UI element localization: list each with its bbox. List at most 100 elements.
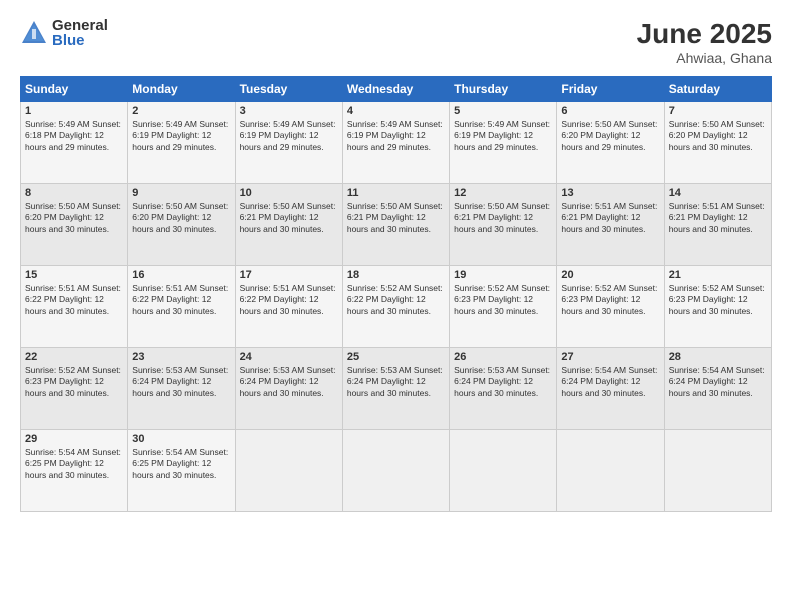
day-info: Sunrise: 5:49 AM Sunset: 6:19 PM Dayligh… <box>454 119 552 153</box>
logo-text: General Blue <box>52 18 108 48</box>
table-row <box>342 430 449 512</box>
table-row: 13 Sunrise: 5:51 AM Sunset: 6:21 PM Dayli… <box>557 184 664 266</box>
col-friday: Friday <box>557 77 664 102</box>
day-number: 28 <box>669 351 767 363</box>
day-info: Sunrise: 5:50 AM Sunset: 6:20 PM Dayligh… <box>669 119 767 153</box>
table-row: 19 Sunrise: 5:52 AM Sunset: 6:23 PM Dayli… <box>450 266 557 348</box>
col-saturday: Saturday <box>664 77 771 102</box>
day-info: Sunrise: 5:54 AM Sunset: 6:24 PM Dayligh… <box>561 365 659 399</box>
day-number: 12 <box>454 187 552 199</box>
table-row: 11 Sunrise: 5:50 AM Sunset: 6:21 PM Dayli… <box>342 184 449 266</box>
day-info: Sunrise: 5:52 AM Sunset: 6:23 PM Dayligh… <box>454 283 552 317</box>
day-info: Sunrise: 5:53 AM Sunset: 6:24 PM Dayligh… <box>454 365 552 399</box>
day-number: 19 <box>454 269 552 281</box>
logo-blue: Blue <box>52 33 108 48</box>
table-row: 21 Sunrise: 5:52 AM Sunset: 6:23 PM Dayli… <box>664 266 771 348</box>
title-block: June 2025 Ahwiaa, Ghana <box>637 18 772 66</box>
day-number: 3 <box>240 105 338 117</box>
day-number: 2 <box>132 105 230 117</box>
calendar-week-2: 8 Sunrise: 5:50 AM Sunset: 6:20 PM Daylig… <box>21 184 772 266</box>
table-row: 2 Sunrise: 5:49 AM Sunset: 6:19 PM Daylig… <box>128 102 235 184</box>
day-number: 11 <box>347 187 445 199</box>
col-monday: Monday <box>128 77 235 102</box>
day-info: Sunrise: 5:50 AM Sunset: 6:21 PM Dayligh… <box>347 201 445 235</box>
day-info: Sunrise: 5:50 AM Sunset: 6:21 PM Dayligh… <box>454 201 552 235</box>
calendar-title: June 2025 <box>637 18 772 50</box>
day-number: 15 <box>25 269 123 281</box>
table-row: 6Sunrise: 5:50 AM Sunset: 6:20 PM Daylig… <box>557 102 664 184</box>
day-info: Sunrise: 5:54 AM Sunset: 6:25 PM Dayligh… <box>132 447 230 481</box>
calendar-week-5: 29 Sunrise: 5:54 AM Sunset: 6:25 PM Dayli… <box>21 430 772 512</box>
calendar-header-row: Sunday Monday Tuesday Wednesday Thursday… <box>21 77 772 102</box>
day-info: Sunrise: 5:53 AM Sunset: 6:24 PM Dayligh… <box>132 365 230 399</box>
table-row: 17 Sunrise: 5:51 AM Sunset: 6:22 PM Dayli… <box>235 266 342 348</box>
day-info: Sunrise: 5:49 AM Sunset: 6:19 PM Dayligh… <box>132 119 230 153</box>
day-number: 18 <box>347 269 445 281</box>
logo: General Blue <box>20 18 108 48</box>
day-info: Sunrise: 5:52 AM Sunset: 6:23 PM Dayligh… <box>561 283 659 317</box>
table-row: 14Sunrise: 5:51 AM Sunset: 6:21 PM Dayli… <box>664 184 771 266</box>
day-info: Sunrise: 5:54 AM Sunset: 6:25 PM Dayligh… <box>25 447 123 481</box>
table-row: 4Sunrise: 5:49 AM Sunset: 6:19 PM Daylig… <box>342 102 449 184</box>
col-thursday: Thursday <box>450 77 557 102</box>
day-info: Sunrise: 5:53 AM Sunset: 6:24 PM Dayligh… <box>347 365 445 399</box>
day-number: 20 <box>561 269 659 281</box>
day-number: 21 <box>669 269 767 281</box>
table-row: 12 Sunrise: 5:50 AM Sunset: 6:21 PM Dayli… <box>450 184 557 266</box>
day-number: 16 <box>132 269 230 281</box>
calendar-week-3: 15 Sunrise: 5:51 AM Sunset: 6:22 PM Dayli… <box>21 266 772 348</box>
day-info: Sunrise: 5:51 AM Sunset: 6:22 PM Dayligh… <box>240 283 338 317</box>
day-number: 27 <box>561 351 659 363</box>
table-row <box>664 430 771 512</box>
table-row <box>450 430 557 512</box>
table-row: 7Sunrise: 5:50 AM Sunset: 6:20 PM Daylig… <box>664 102 771 184</box>
table-row: 5 Sunrise: 5:49 AM Sunset: 6:19 PM Daylig… <box>450 102 557 184</box>
table-row: 22Sunrise: 5:52 AM Sunset: 6:23 PM Dayli… <box>21 348 128 430</box>
day-number: 4 <box>347 105 445 117</box>
day-info: Sunrise: 5:49 AM Sunset: 6:19 PM Dayligh… <box>240 119 338 153</box>
day-number: 22 <box>25 351 123 363</box>
day-number: 10 <box>240 187 338 199</box>
day-number: 25 <box>347 351 445 363</box>
day-info: Sunrise: 5:49 AM Sunset: 6:18 PM Dayligh… <box>25 119 123 153</box>
day-info: Sunrise: 5:51 AM Sunset: 6:22 PM Dayligh… <box>132 283 230 317</box>
day-number: 30 <box>132 433 230 445</box>
table-row: 1 Sunrise: 5:49 AM Sunset: 6:18 PM Daylig… <box>21 102 128 184</box>
day-info: Sunrise: 5:51 AM Sunset: 6:21 PM Dayligh… <box>561 201 659 235</box>
col-sunday: Sunday <box>21 77 128 102</box>
day-info: Sunrise: 5:50 AM Sunset: 6:20 PM Dayligh… <box>561 119 659 153</box>
day-number: 5 <box>454 105 552 117</box>
calendar-subtitle: Ahwiaa, Ghana <box>637 50 772 66</box>
logo-general: General <box>52 18 108 33</box>
table-row: 20 Sunrise: 5:52 AM Sunset: 6:23 PM Dayli… <box>557 266 664 348</box>
table-row: 18 Sunrise: 5:52 AM Sunset: 6:22 PM Dayli… <box>342 266 449 348</box>
table-row: 30 Sunrise: 5:54 AM Sunset: 6:25 PM Dayli… <box>128 430 235 512</box>
day-number: 1 <box>25 105 123 117</box>
day-info: Sunrise: 5:51 AM Sunset: 6:22 PM Dayligh… <box>25 283 123 317</box>
day-info: Sunrise: 5:53 AM Sunset: 6:24 PM Dayligh… <box>240 365 338 399</box>
table-row: 3 Sunrise: 5:49 AM Sunset: 6:19 PM Daylig… <box>235 102 342 184</box>
table-row: 25 Sunrise: 5:53 AM Sunset: 6:24 PM Dayli… <box>342 348 449 430</box>
col-tuesday: Tuesday <box>235 77 342 102</box>
day-number: 8 <box>25 187 123 199</box>
calendar-page: General Blue June 2025 Ahwiaa, Ghana Sun… <box>0 0 792 612</box>
day-number: 14 <box>669 187 767 199</box>
day-number: 9 <box>132 187 230 199</box>
day-info: Sunrise: 5:50 AM Sunset: 6:20 PM Dayligh… <box>132 201 230 235</box>
logo-icon <box>20 19 48 47</box>
day-info: Sunrise: 5:50 AM Sunset: 6:20 PM Dayligh… <box>25 201 123 235</box>
day-number: 17 <box>240 269 338 281</box>
day-info: Sunrise: 5:52 AM Sunset: 6:23 PM Dayligh… <box>669 283 767 317</box>
calendar-week-1: 1 Sunrise: 5:49 AM Sunset: 6:18 PM Daylig… <box>21 102 772 184</box>
table-row: 24Sunrise: 5:53 AM Sunset: 6:24 PM Dayli… <box>235 348 342 430</box>
day-info: Sunrise: 5:54 AM Sunset: 6:24 PM Dayligh… <box>669 365 767 399</box>
calendar-week-4: 22Sunrise: 5:52 AM Sunset: 6:23 PM Dayli… <box>21 348 772 430</box>
table-row <box>235 430 342 512</box>
table-row: 23Sunrise: 5:53 AM Sunset: 6:24 PM Dayli… <box>128 348 235 430</box>
day-number: 13 <box>561 187 659 199</box>
header: General Blue June 2025 Ahwiaa, Ghana <box>20 18 772 66</box>
day-number: 26 <box>454 351 552 363</box>
day-number: 29 <box>25 433 123 445</box>
table-row: 28 Sunrise: 5:54 AM Sunset: 6:24 PM Dayli… <box>664 348 771 430</box>
day-info: Sunrise: 5:52 AM Sunset: 6:22 PM Dayligh… <box>347 283 445 317</box>
